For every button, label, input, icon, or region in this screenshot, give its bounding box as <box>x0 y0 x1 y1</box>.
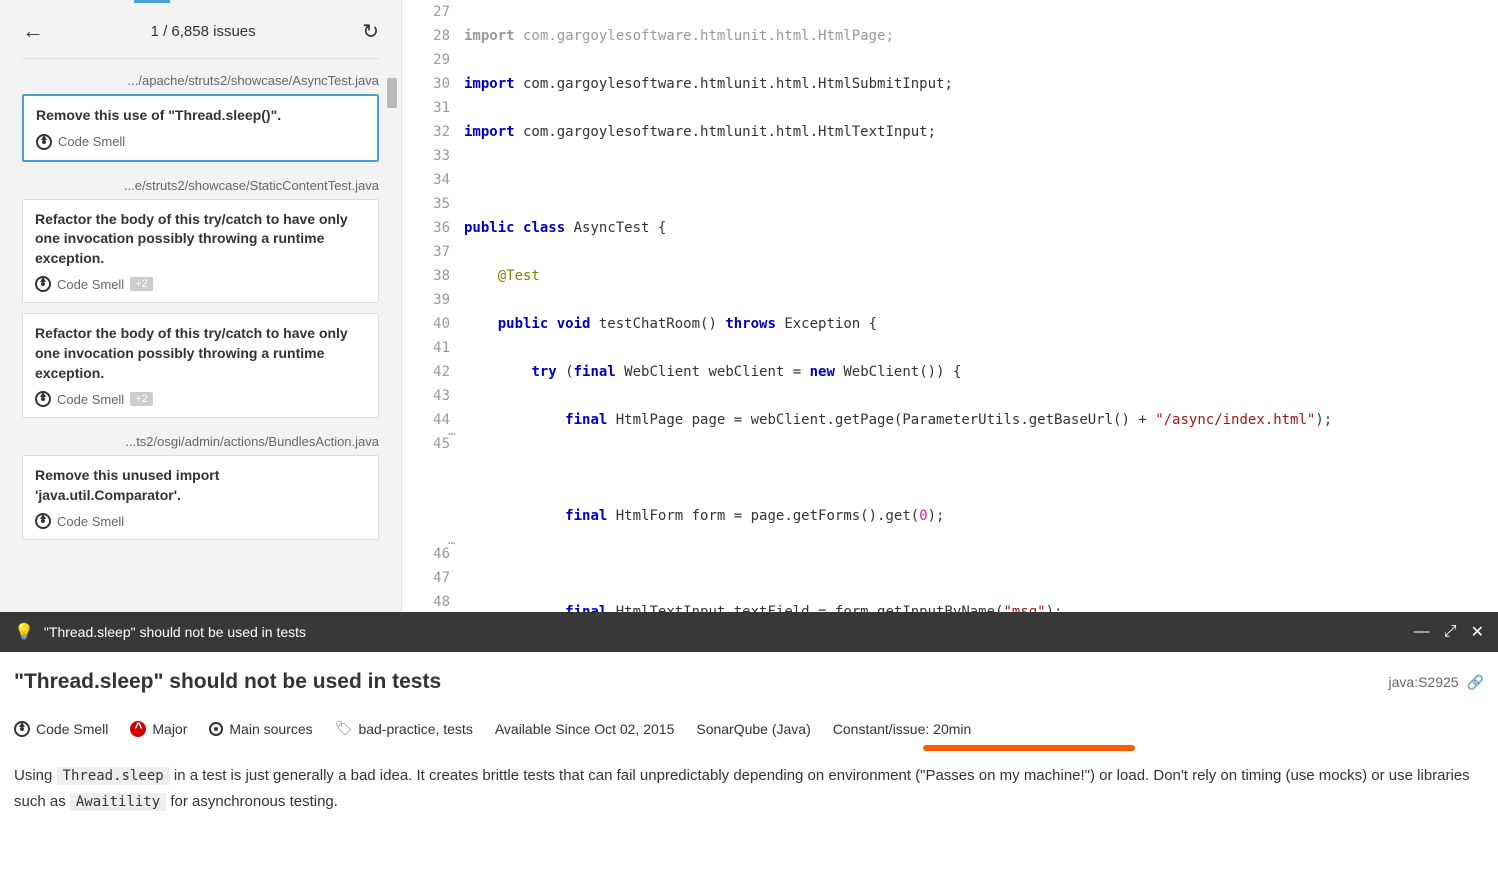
file-path[interactable]: ...ts2/osgi/admin/actions/BundlesAction.… <box>0 428 401 455</box>
code-content[interactable]: import com.gargoylesoftware.htmlunit.htm… <box>464 0 1498 612</box>
code-smell-icon <box>35 513 51 529</box>
code-smell-icon <box>14 721 30 737</box>
fold-ellipsis-icon[interactable]: ⋯ <box>448 536 455 550</box>
issue-card[interactable]: Remove this use of "Thread.sleep()". Cod… <box>22 94 379 162</box>
minimize-icon[interactable]: — <box>1414 623 1430 641</box>
issue-title: Refactor the body of this try/catch to h… <box>35 210 366 269</box>
rule-details-panel: "Thread.sleep" should not be used in tes… <box>0 652 1498 833</box>
extra-locations-badge: +2 <box>130 392 153 406</box>
scope-icon <box>209 722 223 736</box>
rule-title: "Thread.sleep" should not be used in tes… <box>14 670 441 694</box>
issue-card[interactable]: Refactor the body of this try/catch to h… <box>22 313 379 418</box>
rule-scope: Main sources <box>229 721 312 737</box>
tag-icon: 🏷 <box>335 720 353 737</box>
rule-tags: bad-practice, tests <box>358 721 472 737</box>
rule-header-title: "Thread.sleep" should not be used in tes… <box>44 624 306 640</box>
scrollbar-thumb[interactable] <box>387 78 397 108</box>
rule-type: Code Smell <box>36 721 108 737</box>
fold-ellipsis-icon[interactable]: ⋯ <box>448 427 455 441</box>
issue-card[interactable]: Remove this unused import 'java.util.Com… <box>22 455 379 540</box>
issue-type: Code Smell <box>57 514 124 529</box>
issue-title: Remove this use of "Thread.sleep()". <box>36 106 365 126</box>
issue-title: Refactor the body of this try/catch to h… <box>35 324 366 383</box>
issue-card[interactable]: Refactor the body of this try/catch to h… <box>22 199 379 304</box>
rule-effort: Constant/issue: 20min <box>833 721 972 737</box>
rule-panel-header: 💡 "Thread.sleep" should not be used in t… <box>0 612 1498 652</box>
rule-language: SonarQube (Java) <box>696 721 810 737</box>
expand-icon[interactable]: ⤢ <box>1444 623 1457 641</box>
line-gutter: 27282930 31323334 35363738 39404142 4344… <box>402 0 464 612</box>
issue-title: Remove this unused import 'java.util.Com… <box>35 466 366 505</box>
rule-since: Available Since Oct 02, 2015 <box>495 721 675 737</box>
permalink-icon[interactable]: 🔗 <box>1467 674 1484 691</box>
file-path[interactable]: .../apache/struts2/showcase/AsyncTest.ja… <box>0 67 401 94</box>
code-smell-icon <box>35 276 51 292</box>
code-viewer: 27282930 31323334 35363738 39404142 4344… <box>402 0 1498 612</box>
issues-sidebar: ← 1 / 6,858 issues ↻ .../apache/struts2/… <box>0 0 402 612</box>
issue-type: Code Smell <box>57 392 124 407</box>
lightbulb-icon: 💡 <box>14 622 34 642</box>
rule-id: java:S2925 <box>1389 674 1459 690</box>
file-path[interactable]: ...e/struts2/showcase/StaticContentTest.… <box>0 172 401 199</box>
back-arrow-icon[interactable]: ← <box>22 18 44 44</box>
inline-code: Thread.sleep <box>57 767 170 785</box>
inline-code: Awaitility <box>70 793 166 811</box>
active-tab-indicator <box>134 0 170 3</box>
major-severity-icon <box>130 721 146 737</box>
close-icon[interactable]: ✕ <box>1471 622 1484 642</box>
code-smell-icon <box>35 391 51 407</box>
refresh-icon[interactable]: ↻ <box>362 19 379 44</box>
issue-type: Code Smell <box>57 277 124 292</box>
issue-type: Code Smell <box>58 134 125 149</box>
rule-severity: Major <box>152 721 187 737</box>
rule-description: Using Thread.sleep in a test is just gen… <box>14 763 1484 815</box>
extra-locations-badge: +2 <box>130 277 153 291</box>
divider <box>22 58 379 59</box>
highlight-underline <box>923 745 1135 751</box>
code-smell-icon <box>36 134 52 150</box>
issue-counter: 1 / 6,858 issues <box>151 23 256 40</box>
